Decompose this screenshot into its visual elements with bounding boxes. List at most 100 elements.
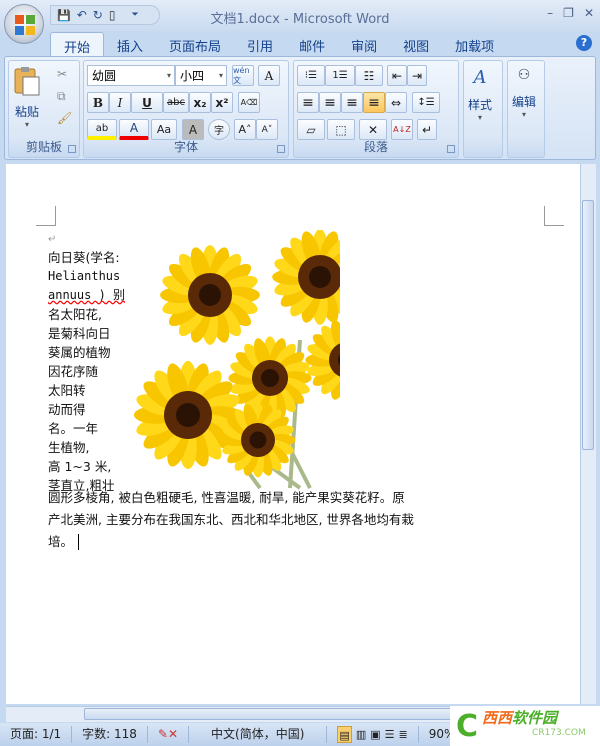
character-shading-button[interactable]: A xyxy=(182,119,204,140)
sunflower-image[interactable] xyxy=(110,230,340,490)
line-spacing-button[interactable]: ↕☰ xyxy=(412,92,440,113)
ribbon: 粘贴 ▾ ✂ ⧉ 🖌 剪贴板 幼圆 ▾ 小四 ▾ wén文 A B I U abc … xyxy=(4,56,596,160)
grow-font-button[interactable]: A˄ xyxy=(234,119,256,140)
character-border-button[interactable]: A xyxy=(258,65,280,86)
clear-formatting-button[interactable]: A⌫ xyxy=(238,92,260,113)
text-cursor xyxy=(78,534,79,550)
tab-review[interactable]: 审阅 xyxy=(338,32,390,56)
show-marks-button[interactable]: ↵ xyxy=(417,119,437,140)
tab-addins[interactable]: 加载项 xyxy=(442,32,507,56)
asian-layout-button[interactable]: ✕ xyxy=(359,119,387,140)
tab-mailings[interactable]: 邮件 xyxy=(286,32,338,56)
paragraph-mark: ↵ xyxy=(48,234,57,245)
shading-button[interactable]: ▱ xyxy=(297,119,325,140)
bullets-button[interactable]: ⁝☰ xyxy=(297,65,325,86)
text-line: 葵属的植物 xyxy=(48,345,111,360)
align-right-button[interactable]: ≡ xyxy=(341,92,363,113)
decrease-indent-button[interactable]: ⇤ xyxy=(387,65,407,86)
tab-view[interactable]: 视图 xyxy=(390,32,442,56)
tab-page-layout[interactable]: 页面布局 xyxy=(156,32,234,56)
text-line: 圆形多棱角, 被白色粗硬毛, 性喜温暖, 耐旱, 能产果实葵花籽。原 xyxy=(48,490,405,505)
phonetic-guide-button[interactable]: wén文 xyxy=(232,65,254,86)
paste-icon xyxy=(14,67,40,96)
italic-button[interactable]: I xyxy=(109,92,131,113)
window-title: 文档1.docx - Microsoft Word xyxy=(210,12,390,27)
increase-indent-button[interactable]: ⇥ xyxy=(407,65,427,86)
proofing-icon[interactable]: ✎✕ xyxy=(148,726,190,743)
full-screen-reading-icon[interactable]: ▥ xyxy=(356,726,366,743)
paragraph-group: ⁝☰ 1☰ ☷ ⇤ ⇥ ≡ ≡ ≡ ≡ ⇔ ↕☰ ▱ ⬚ ✕ A↓Z ↵ 段落 xyxy=(293,60,459,158)
document-page[interactable]: ↵ 向日葵(学名: Helianthus annuus ) 别名太阳花, 是菊科向日葵… xyxy=(6,164,580,704)
draft-view-icon[interactable]: ≣ xyxy=(399,726,408,743)
tab-insert[interactable]: 插入 xyxy=(104,32,156,56)
chevron-down-icon: ▾ xyxy=(218,71,223,80)
highlight-button[interactable]: ab xyxy=(87,119,117,140)
print-layout-view-icon[interactable]: ▤ xyxy=(337,726,352,743)
view-buttons: ▤ ▥ ▣ ☰ ≣ xyxy=(327,726,419,743)
bold-button[interactable]: B xyxy=(87,92,109,113)
text-line: 向日葵(学名: xyxy=(48,250,120,265)
outline-view-icon[interactable]: ☰ xyxy=(385,726,395,743)
language-indicator[interactable]: 中文(简体，中国) xyxy=(189,726,328,743)
font-size-select[interactable]: 小四 ▾ xyxy=(175,65,227,86)
copy-icon[interactable]: ⧉ xyxy=(57,89,66,104)
change-case-button[interactable]: Aa xyxy=(151,119,177,140)
paste-button[interactable]: 粘贴 ▾ xyxy=(13,65,41,129)
format-painter-icon[interactable]: 🖌 xyxy=(57,111,72,125)
sort-button[interactable]: A↓Z xyxy=(391,119,413,140)
superscript-button[interactable]: x² xyxy=(211,92,233,113)
text-line: 生植物, xyxy=(48,440,90,455)
styles-group[interactable]: A 样式 ▾ xyxy=(463,60,503,158)
text-line: 是菊科向日 xyxy=(48,326,111,341)
help-button[interactable]: ? xyxy=(576,35,592,51)
shrink-font-button[interactable]: A˅ xyxy=(256,119,278,140)
underline-button[interactable]: U xyxy=(131,92,163,113)
dialog-launcher-icon[interactable] xyxy=(68,145,76,153)
chevron-down-icon: ▾ xyxy=(166,71,171,80)
font-name-select[interactable]: 幼圆 ▾ xyxy=(87,65,175,86)
subscript-button[interactable]: x₂ xyxy=(189,92,211,113)
enclose-characters-button[interactable]: 字 xyxy=(208,119,230,140)
font-color-button[interactable]: A xyxy=(119,119,149,140)
text-line: 产北美洲, 主要分布在我国东北、西北和华北地区, 世界各地均有栽 xyxy=(48,512,414,527)
sunflower xyxy=(160,245,260,345)
styles-icon: A xyxy=(473,67,487,88)
text-line: 名太阳花, xyxy=(48,307,102,322)
numbering-button[interactable]: 1☰ xyxy=(325,65,355,86)
ribbon-tabs: 开始 插入 页面布局 引用 邮件 审阅 视图 加载项 xyxy=(50,32,507,56)
close-button[interactable]: ✕ xyxy=(584,6,594,20)
vertical-scroll-thumb[interactable] xyxy=(582,200,594,450)
minimize-button[interactable]: – xyxy=(547,6,553,20)
text-line: 动而得 xyxy=(48,402,86,417)
word-count[interactable]: 字数: 118 xyxy=(72,726,148,743)
watermark-logo: C 西西软件园 CR173.COM xyxy=(450,706,600,746)
office-button[interactable] xyxy=(4,4,44,44)
multilevel-list-button[interactable]: ☷ xyxy=(355,65,383,86)
distributed-button[interactable]: ⇔ xyxy=(385,92,407,113)
web-layout-icon[interactable]: ▣ xyxy=(370,726,380,743)
cut-icon[interactable]: ✂ xyxy=(57,67,67,81)
text-line: 名。一年 xyxy=(48,421,99,436)
sunflower xyxy=(305,320,340,400)
restore-button[interactable]: ❐ xyxy=(563,6,574,20)
office-logo-icon xyxy=(15,15,35,35)
editing-group[interactable]: ⚇ 编辑 ▾ xyxy=(507,60,545,158)
page-count[interactable]: 页面: 1/1 xyxy=(0,726,73,743)
clipboard-group: 粘贴 ▾ ✂ ⧉ 🖌 剪贴板 xyxy=(8,60,80,158)
font-group-label: 字体 xyxy=(173,140,198,154)
justify-button[interactable]: ≡ xyxy=(363,92,385,113)
text-line: 培。 xyxy=(48,534,74,549)
dialog-launcher-icon[interactable] xyxy=(447,145,455,153)
borders-button[interactable]: ⬚ xyxy=(327,119,355,140)
tab-references[interactable]: 引用 xyxy=(234,32,286,56)
dialog-launcher-icon[interactable] xyxy=(277,145,285,153)
strikethrough-button[interactable]: abc xyxy=(163,92,189,113)
binoculars-icon: ⚇ xyxy=(517,67,531,83)
horizontal-scroll-thumb[interactable] xyxy=(84,708,484,720)
tab-home[interactable]: 开始 xyxy=(50,32,105,56)
sunflower xyxy=(272,230,340,325)
align-center-button[interactable]: ≡ xyxy=(319,92,341,113)
align-left-button[interactable]: ≡ xyxy=(297,92,319,113)
margin-corner-mark xyxy=(544,206,564,226)
paragraph-group-label: 段落 xyxy=(363,140,388,154)
